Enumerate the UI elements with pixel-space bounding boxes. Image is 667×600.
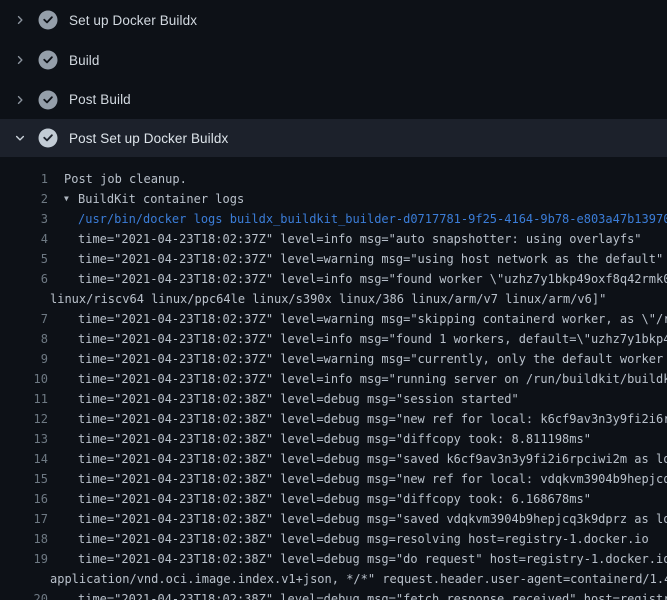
- log-line-number: [0, 289, 48, 309]
- check-circle-icon: [38, 10, 58, 30]
- log-line: 17 time="2021-04-23T18:02:38Z" level=deb…: [0, 509, 667, 529]
- check-circle-icon: [38, 50, 58, 70]
- log-line-number[interactable]: 20: [0, 589, 48, 600]
- log-line-text: time="2021-04-23T18:02:38Z" level=debug …: [78, 449, 667, 469]
- steps-list: Set up Docker Buildx Build Post Build: [0, 0, 667, 157]
- log-line: 14 time="2021-04-23T18:02:38Z" level=deb…: [0, 449, 667, 469]
- log-line: 6 time="2021-04-23T18:02:37Z" level=info…: [0, 269, 667, 289]
- step-header-build[interactable]: Build: [0, 40, 667, 80]
- log-line: 4 time="2021-04-23T18:02:37Z" level=info…: [0, 229, 667, 249]
- log-line-text: application/vnd.oci.image.index.v1+json,…: [50, 569, 667, 589]
- log-line-number[interactable]: 16: [0, 489, 48, 509]
- log-line-number[interactable]: 7: [0, 309, 48, 329]
- log-line: 15 time="2021-04-23T18:02:38Z" level=deb…: [0, 469, 667, 489]
- log-line-number[interactable]: 10: [0, 369, 48, 389]
- group-expanded-triangle-icon[interactable]: ▼: [64, 189, 78, 209]
- log-line-text: linux/riscv64 linux/ppc64le linux/s390x …: [50, 289, 606, 309]
- check-circle-icon: [38, 90, 58, 110]
- step-label: Post Set up Docker Buildx: [69, 131, 228, 146]
- log-line-number[interactable]: 11: [0, 389, 48, 409]
- log-line: 10 time="2021-04-23T18:02:37Z" level=inf…: [0, 369, 667, 389]
- log-line-number[interactable]: 13: [0, 429, 48, 449]
- step-header-set-up-docker-buildx[interactable]: Set up Docker Buildx: [0, 0, 667, 40]
- log-line-text: time="2021-04-23T18:02:37Z" level=warnin…: [78, 349, 667, 369]
- check-circle-icon: [38, 128, 58, 148]
- log-line-text: time="2021-04-23T18:02:38Z" level=debug …: [78, 589, 667, 600]
- log-line: 1 Post job cleanup.: [0, 169, 667, 189]
- log-line: 2 ▼ BuildKit container logs: [0, 189, 667, 209]
- step-header-post-build[interactable]: Post Build: [0, 80, 667, 119]
- log-line-text: time="2021-04-23T18:02:37Z" level=info m…: [78, 229, 642, 249]
- log-line-number[interactable]: 15: [0, 469, 48, 489]
- log-line: 13 time="2021-04-23T18:02:38Z" level=deb…: [0, 429, 667, 449]
- log-line-number[interactable]: 3: [0, 209, 48, 229]
- log-line-number[interactable]: 8: [0, 329, 48, 349]
- log-line-number[interactable]: 12: [0, 409, 48, 429]
- log-line-number[interactable]: 18: [0, 529, 48, 549]
- log-line: 8 time="2021-04-23T18:02:37Z" level=info…: [0, 329, 667, 349]
- log-line: 7 time="2021-04-23T18:02:37Z" level=warn…: [0, 309, 667, 329]
- log-line-number[interactable]: 5: [0, 249, 48, 269]
- log-line-text: time="2021-04-23T18:02:38Z" level=debug …: [78, 429, 591, 449]
- log-line-text: Post job cleanup.: [64, 169, 187, 189]
- log-line-text: time="2021-04-23T18:02:38Z" level=debug …: [78, 389, 519, 409]
- log-line: 20 time="2021-04-23T18:02:38Z" level=deb…: [0, 589, 667, 600]
- log-line-number[interactable]: 2: [0, 189, 48, 209]
- step-label: Post Build: [69, 92, 131, 107]
- log-line-wrap: application/vnd.oci.image.index.v1+json,…: [0, 569, 667, 589]
- log-line-number[interactable]: 6: [0, 269, 48, 289]
- log-line-text: time="2021-04-23T18:02:37Z" level=info m…: [78, 269, 667, 289]
- log-line-number[interactable]: 4: [0, 229, 48, 249]
- log-line-number[interactable]: 1: [0, 169, 48, 189]
- log-line-text: time="2021-04-23T18:02:37Z" level=warnin…: [78, 249, 663, 269]
- log-line-text: time="2021-04-23T18:02:38Z" level=debug …: [78, 469, 667, 489]
- log-line: 12 time="2021-04-23T18:02:38Z" level=deb…: [0, 409, 667, 429]
- log-line-wrap: linux/riscv64 linux/ppc64le linux/s390x …: [0, 289, 667, 309]
- log-line: 18 time="2021-04-23T18:02:38Z" level=deb…: [0, 529, 667, 549]
- log-line: 3 /usr/bin/docker logs buildx_buildkit_b…: [0, 209, 667, 229]
- log-line-number[interactable]: 19: [0, 549, 48, 569]
- step-label: Build: [69, 53, 100, 68]
- log-line: 16 time="2021-04-23T18:02:38Z" level=deb…: [0, 489, 667, 509]
- chevron-down-icon[interactable]: [13, 131, 27, 145]
- log-line-text: time="2021-04-23T18:02:37Z" level=warnin…: [78, 309, 667, 329]
- log-line: 11 time="2021-04-23T18:02:38Z" level=deb…: [0, 389, 667, 409]
- chevron-right-icon[interactable]: [13, 13, 27, 27]
- log-line-text: time="2021-04-23T18:02:37Z" level=info m…: [78, 369, 667, 389]
- log-line-number[interactable]: 9: [0, 349, 48, 369]
- chevron-right-icon[interactable]: [13, 53, 27, 67]
- log-line: 19 time="2021-04-23T18:02:38Z" level=deb…: [0, 549, 667, 569]
- log-line-text: time="2021-04-23T18:02:38Z" level=debug …: [78, 509, 667, 529]
- log-line: 5 time="2021-04-23T18:02:37Z" level=warn…: [0, 249, 667, 269]
- step-header-post-set-up-docker-buildx[interactable]: Post Set up Docker Buildx: [0, 119, 667, 157]
- log-line-number[interactable]: 17: [0, 509, 48, 529]
- log-line: 9 time="2021-04-23T18:02:37Z" level=warn…: [0, 349, 667, 369]
- log-line-text: time="2021-04-23T18:02:38Z" level=debug …: [78, 549, 667, 569]
- log-line-number: [0, 569, 48, 589]
- log-line-text: time="2021-04-23T18:02:38Z" level=debug …: [78, 489, 591, 509]
- log-group-title[interactable]: BuildKit container logs: [78, 189, 244, 209]
- log-viewer: 1 Post job cleanup. 2 ▼ BuildKit contain…: [0, 157, 667, 600]
- log-line-number[interactable]: 14: [0, 449, 48, 469]
- log-command-text: /usr/bin/docker logs buildx_buildkit_bui…: [78, 209, 667, 229]
- log-line-text: time="2021-04-23T18:02:37Z" level=info m…: [78, 329, 667, 349]
- step-label: Set up Docker Buildx: [69, 13, 197, 28]
- log-line-text: time="2021-04-23T18:02:38Z" level=debug …: [78, 529, 649, 549]
- actions-log-view: Set up Docker Buildx Build Post Build: [0, 0, 667, 600]
- log-line-text: time="2021-04-23T18:02:38Z" level=debug …: [78, 409, 667, 429]
- chevron-right-icon[interactable]: [13, 93, 27, 107]
